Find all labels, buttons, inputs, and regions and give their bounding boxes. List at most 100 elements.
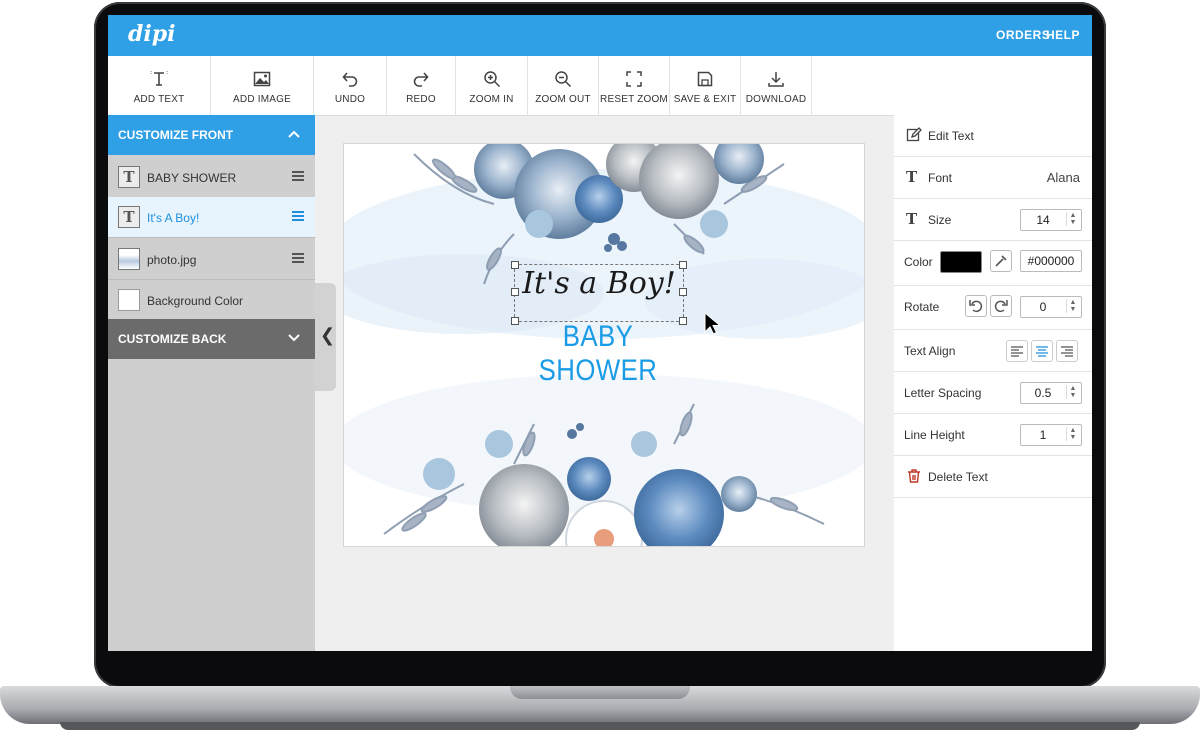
color-swatch[interactable] <box>940 251 982 273</box>
text-align-row: Text Align <box>894 330 1092 372</box>
save-exit-button[interactable]: SAVE & EXIT <box>670 56 741 115</box>
add-image-button[interactable]: ADD IMAGE <box>211 56 314 115</box>
line-height-value: 1 <box>1039 428 1047 442</box>
layer-name: It's A Boy! <box>147 211 200 225</box>
trash-icon <box>908 469 920 483</box>
color-row: Color #000000 <box>894 241 1092 286</box>
align-left-button[interactable] <box>1006 340 1028 362</box>
edit-icon <box>906 127 922 142</box>
color-label: Color <box>904 255 933 269</box>
laptop-foot <box>60 722 1140 730</box>
app-header: dipi ORDERS HELP <box>108 15 1092 56</box>
layer-baby-shower[interactable]: T BABY SHOWER <box>108 157 315 198</box>
download-label: DOWNLOAD <box>745 94 807 105</box>
zoom-out-label: ZOOM OUT <box>535 94 591 105</box>
align-center-icon <box>1036 346 1048 357</box>
edit-text-row[interactable]: Edit Text <box>894 115 1092 157</box>
customize-back-header[interactable]: CUSTOMIZE BACK <box>108 319 315 359</box>
size-icon: T <box>906 210 918 228</box>
chevron-up-icon <box>288 130 300 138</box>
drag-handle-icon[interactable] <box>292 211 304 223</box>
align-right-button[interactable] <box>1056 340 1078 362</box>
collapse-panel-button[interactable]: ❮ <box>315 283 336 391</box>
zoom-in-button[interactable]: ZOOM IN <box>456 56 528 115</box>
zoom-out-icon <box>555 71 572 88</box>
toolbar: ADD TEXT ADD IMAGE UNDO REDO ZOOM IN ZOO… <box>108 56 1092 116</box>
rotate-value: 0 <box>1039 300 1047 314</box>
zoom-in-icon <box>483 71 500 88</box>
eyedropper-button[interactable] <box>990 250 1012 272</box>
add-text-button[interactable]: ADD TEXT <box>108 56 211 115</box>
size-value: 14 <box>1036 213 1050 227</box>
size-label: Size <box>928 213 952 227</box>
text-properties-panel: Edit Text T Font Alana T Size 14 ▲ ▼ Color… <box>894 115 1092 651</box>
zoom-in-label: ZOOM IN <box>469 94 514 105</box>
undo-icon <box>342 72 358 87</box>
customize-front-label: CUSTOMIZE FRONT <box>118 128 234 142</box>
align-right-icon <box>1061 346 1073 357</box>
layer-name: BABY SHOWER <box>147 171 237 185</box>
rotate-stepper[interactable]: 0 ▲ ▼ <box>1020 296 1082 318</box>
drag-handle-icon[interactable] <box>292 171 304 183</box>
align-left-icon <box>1011 346 1023 357</box>
font-label: Font <box>928 171 953 185</box>
add-image-label: ADD IMAGE <box>233 94 291 105</box>
stepper-arrows-icon[interactable]: ▲ ▼ <box>1066 385 1079 399</box>
download-button[interactable]: DOWNLOAD <box>741 56 812 115</box>
rotate-right-button[interactable] <box>990 295 1012 317</box>
save-exit-label: SAVE & EXIT <box>673 94 737 105</box>
chevron-left-icon: ❮ <box>320 325 336 345</box>
redo-button[interactable]: REDO <box>387 56 456 115</box>
stepper-arrows-icon[interactable]: ▲ ▼ <box>1066 299 1079 313</box>
delete-text-label: Delete Text <box>928 470 988 484</box>
orders-link[interactable]: ORDERS <box>996 28 1050 42</box>
color-hex-input[interactable]: #000000 <box>1020 250 1082 272</box>
letter-spacing-row: Letter Spacing 0.5 ▲ ▼ <box>894 372 1092 414</box>
font-icon: T <box>906 168 918 186</box>
align-center-button[interactable] <box>1031 340 1053 362</box>
add-text-icon <box>150 71 168 86</box>
delete-text-row[interactable]: Delete Text <box>894 456 1092 498</box>
reset-zoom-button[interactable]: RESET ZOOM <box>599 56 670 115</box>
rotate-row: Rotate 0 ▲ ▼ <box>894 286 1092 330</box>
reset-zoom-icon <box>626 71 642 87</box>
size-row: T Size 14 ▲ ▼ <box>894 199 1092 241</box>
its-a-boy-text[interactable]: It's a Boy! <box>514 266 684 301</box>
line-height-stepper[interactable]: 1 ▲ ▼ <box>1020 424 1082 446</box>
help-link[interactable]: HELP <box>1046 28 1080 42</box>
laptop-notch <box>510 686 690 699</box>
stepper-arrows-icon[interactable]: ▲ ▼ <box>1066 212 1079 226</box>
download-icon <box>768 72 784 87</box>
customize-front-header[interactable]: CUSTOMIZE FRONT <box>108 115 315 155</box>
reset-zoom-label: RESET ZOOM <box>600 94 668 105</box>
baby-shower-text[interactable]: BABY SHOWER <box>509 320 688 388</box>
font-row[interactable]: T Font Alana <box>894 157 1092 199</box>
layer-its-a-boy[interactable]: T It's A Boy! <box>108 197 315 238</box>
rotate-label: Rotate <box>904 300 940 314</box>
layer-background-color[interactable]: Background Color <box>108 280 315 321</box>
design-canvas[interactable]: It's a Boy! BABY SHOWER <box>344 144 864 546</box>
redo-label: REDO <box>406 94 436 105</box>
eyedropper-icon <box>995 255 1007 267</box>
font-value[interactable]: Alana <box>1047 170 1080 185</box>
mouse-cursor-icon <box>704 312 720 335</box>
app-screen: dipi ORDERS HELP ADD TEXT ADD IMAGE UNDO… <box>108 15 1092 651</box>
letter-spacing-value: 0.5 <box>1034 386 1052 400</box>
stepper-arrows-icon[interactable]: ▲ ▼ <box>1066 427 1079 441</box>
rotate-left-button[interactable] <box>965 295 987 317</box>
line-height-row: Line Height 1 ▲ ▼ <box>894 414 1092 456</box>
letter-spacing-stepper[interactable]: 0.5 ▲ ▼ <box>1020 382 1082 404</box>
drag-handle-icon[interactable] <box>292 253 304 265</box>
text-layer-icon: T <box>118 206 140 228</box>
text-align-label: Text Align <box>904 344 956 358</box>
layer-name: Background Color <box>147 294 244 308</box>
layer-name: photo.jpg <box>147 253 197 267</box>
zoom-out-button[interactable]: ZOOM OUT <box>528 56 599 115</box>
size-stepper[interactable]: 14 ▲ ▼ <box>1020 209 1082 231</box>
undo-label: UNDO <box>334 94 366 105</box>
undo-button[interactable]: UNDO <box>314 56 387 115</box>
dipi-logo[interactable]: dipi <box>128 21 175 47</box>
layer-photo[interactable]: photo.jpg <box>108 239 315 280</box>
line-height-label: Line Height <box>904 428 965 442</box>
letter-spacing-label: Letter Spacing <box>904 386 982 400</box>
